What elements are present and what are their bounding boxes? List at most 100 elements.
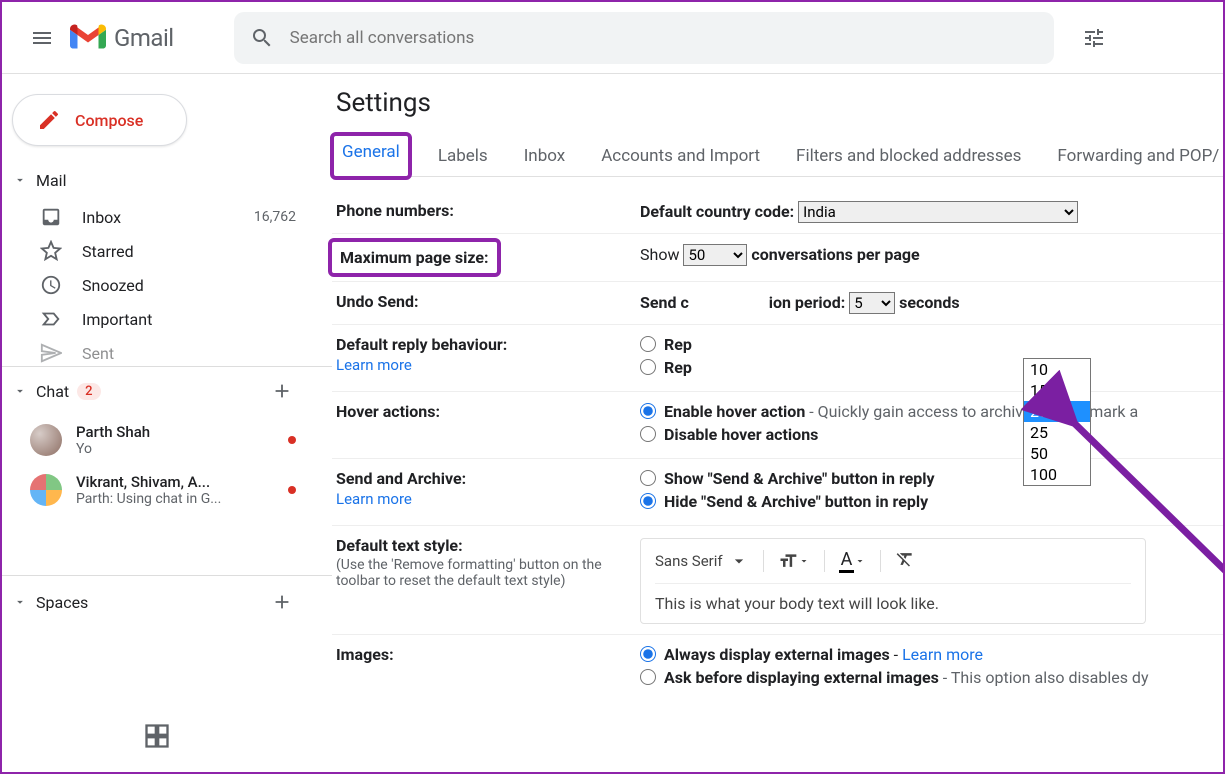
row-label: Default reply behaviour: — [336, 335, 507, 354]
search-bar[interactable] — [234, 12, 1054, 64]
tune-icon — [1082, 26, 1106, 50]
nav-label: Starred — [82, 242, 134, 261]
row-label: Hover actions: — [336, 402, 640, 448]
avatar-group — [30, 474, 62, 506]
clear-format-icon — [895, 549, 915, 569]
nav-label: Inbox — [82, 208, 121, 227]
chat-item[interactable]: Vikrant, Shivam, A... Parth: Using chat … — [2, 465, 312, 515]
hover-disable-option[interactable]: Disable hover actions — [640, 425, 1219, 444]
chevron-down-icon — [10, 381, 30, 401]
nav-starred[interactable]: Starred — [2, 234, 312, 268]
tab-labels[interactable]: Labels — [434, 136, 492, 176]
country-code-select[interactable]: India — [798, 201, 1078, 223]
compose-button[interactable]: Compose — [12, 94, 187, 146]
sidebar-footer — [2, 712, 312, 772]
star-icon — [40, 240, 62, 262]
page-size-prefix: Show — [640, 245, 679, 264]
text-size-button[interactable] — [778, 551, 810, 571]
chat-preview: Yo — [76, 441, 280, 457]
dropdown-option[interactable]: 25 — [1024, 422, 1090, 443]
learn-more-link[interactable]: Learn more — [336, 490, 640, 508]
text-style-preview: Sans Serif A This is what your body text… — [640, 538, 1146, 624]
unread-dot-icon — [288, 436, 296, 444]
chat-unread-badge: 2 — [77, 383, 100, 400]
grid-icon — [143, 722, 171, 750]
undo-period-select[interactable]: 5 — [849, 292, 895, 314]
search-input[interactable] — [290, 28, 1038, 48]
plus-icon — [271, 380, 293, 402]
mail-section-header[interactable]: Mail — [2, 166, 312, 200]
chat-name: Vikrant, Shivam, A... — [76, 473, 280, 491]
nav-sent[interactable]: Sent — [2, 336, 312, 364]
page-size-suffix: conversations per page — [751, 245, 919, 264]
pencil-icon — [37, 108, 61, 132]
chat-item[interactable]: Parth Shah Yo — [2, 415, 312, 465]
archive-show-option[interactable]: Show "Send & Archive" button in reply — [640, 469, 1219, 488]
chat-section-header[interactable]: Chat 2 — [2, 367, 312, 415]
dropdown-option[interactable]: 100 — [1024, 464, 1090, 485]
compose-label: Compose — [75, 111, 143, 130]
text-preview: This is what your body text will look li… — [655, 594, 1131, 613]
gmail-logo[interactable]: Gmail — [70, 24, 174, 52]
learn-more-link[interactable]: Learn more — [902, 645, 983, 664]
hamburger-icon — [30, 26, 54, 50]
tab-general[interactable]: General — [330, 132, 412, 180]
tab-filters[interactable]: Filters and blocked addresses — [792, 136, 1025, 176]
spaces-section-label: Spaces — [36, 593, 88, 612]
hover-enable-option[interactable]: Enable hover action - Quickly gain acces… — [640, 402, 1219, 421]
inbox-icon — [40, 206, 62, 228]
nav-label: Sent — [82, 344, 114, 363]
undo-prefix: Send c — [640, 293, 689, 312]
apps-grid-button[interactable] — [143, 722, 171, 754]
nav-inbox[interactable]: Inbox 16,762 — [2, 200, 312, 234]
row-label: Phone numbers: — [336, 201, 640, 223]
images-always-option[interactable]: Always display external images - Learn m… — [640, 645, 1219, 664]
reply-option-2[interactable]: Rep — [640, 358, 1219, 377]
main-menu-button[interactable] — [18, 14, 66, 62]
page-size-label-highlight: Maximum page size: — [328, 238, 501, 277]
dropdown-option[interactable]: 50 — [1024, 443, 1090, 464]
nav-snoozed[interactable]: Snoozed — [2, 268, 312, 302]
search-options-button[interactable] — [1070, 14, 1118, 62]
page-size-select[interactable]: 50 — [683, 244, 747, 266]
row-page-size: Maximum page size: Show 50 conversations… — [332, 234, 1223, 282]
dropdown-option[interactable]: 15 — [1024, 380, 1090, 401]
archive-hide-option[interactable]: Hide "Send & Archive" button in reply — [640, 492, 1219, 511]
chat-section-label: Chat — [36, 382, 69, 401]
row-label: Default text style: — [336, 536, 463, 555]
row-label: Send and Archive: — [336, 469, 466, 488]
row-label: Images: — [336, 645, 640, 691]
tab-forwarding[interactable]: Forwarding and POP/ — [1053, 136, 1223, 176]
new-chat-button[interactable] — [268, 377, 296, 405]
text-color-button[interactable]: A — [839, 549, 867, 573]
dropdown-option-highlighted[interactable]: 20 — [1024, 401, 1090, 422]
country-code-label: Default country code: — [640, 202, 794, 221]
chevron-down-icon — [854, 551, 866, 571]
page-size-dropdown-list[interactable]: 10 15 20 25 50 100 — [1023, 358, 1091, 486]
page-title: Settings — [336, 88, 1223, 118]
font-select[interactable]: Sans Serif — [655, 551, 749, 571]
nav-important[interactable]: Important — [2, 302, 312, 336]
sidebar: Compose Mail Inbox 16,762 Starred Snooze… — [2, 74, 312, 772]
new-space-button[interactable] — [268, 588, 296, 616]
send-icon — [40, 342, 62, 364]
clear-formatting-button[interactable] — [895, 549, 915, 573]
images-ask-option[interactable]: Ask before displaying external images - … — [640, 668, 1219, 687]
inbox-count: 16,762 — [254, 209, 296, 225]
plus-icon — [271, 591, 293, 613]
tab-inbox[interactable]: Inbox — [520, 136, 570, 176]
row-phone-numbers: Phone numbers: Default country code: Ind… — [332, 191, 1223, 234]
settings-tabs: General Labels Inbox Accounts and Import… — [332, 136, 1223, 177]
important-icon — [40, 308, 62, 330]
dropdown-option[interactable]: 10 — [1024, 359, 1090, 380]
row-label: Undo Send: — [336, 292, 640, 314]
settings-content: Settings General Labels Inbox Accounts a… — [312, 74, 1223, 772]
learn-more-link[interactable]: Learn more — [336, 356, 640, 374]
chevron-down-icon — [798, 551, 810, 571]
row-text-style: Default text style: (Use the 'Remove for… — [332, 526, 1223, 635]
clock-icon — [40, 274, 62, 296]
reply-option-1[interactable]: Rep — [640, 335, 1219, 354]
tab-accounts[interactable]: Accounts and Import — [597, 136, 764, 176]
chevron-down-icon — [10, 170, 30, 190]
spaces-section-header[interactable]: Spaces — [2, 576, 312, 626]
